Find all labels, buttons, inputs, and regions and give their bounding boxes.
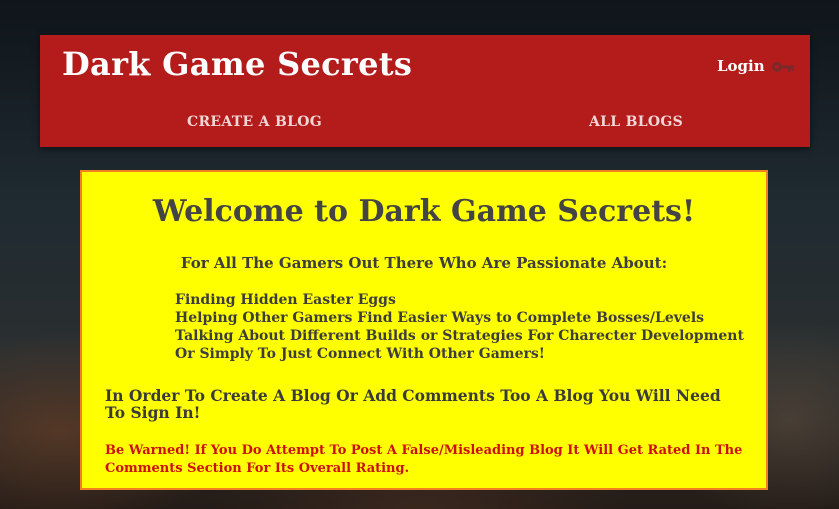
nav-all-blogs[interactable]: ALL BLOGS — [589, 114, 683, 130]
welcome-panel: Welcome to Dark Game Secrets! For All Th… — [80, 170, 768, 490]
topic-item: Or Simply To Just Connect With Other Gam… — [175, 346, 545, 362]
welcome-title: Welcome to Dark Game Secrets! — [152, 194, 696, 229]
topics-list: Finding Hidden Easter Eggs Helping Other… — [175, 291, 744, 363]
key-icon[interactable] — [771, 60, 795, 74]
signin-notice: In Order To Create A Blog Or Add Comment… — [105, 386, 721, 422]
warning-notice: Be Warned! If You Do Attempt To Post A F… — [105, 443, 743, 476]
topic-item: Finding Hidden Easter Eggs — [175, 292, 396, 308]
login-link[interactable]: Login — [717, 57, 765, 75]
topic-item: Talking About Different Builds or Strate… — [175, 328, 744, 344]
welcome-subheading: For All The Gamers Out There Who Are Pas… — [180, 254, 668, 272]
nav-create-blog[interactable]: CREATE A BLOG — [187, 114, 322, 130]
topic-item: Helping Other Gamers Find Easier Ways to… — [175, 310, 705, 326]
site-header: Dark Game Secrets Login CREATE A BLOG AL… — [40, 35, 810, 147]
site-brand-link[interactable]: Dark Game Secrets — [62, 45, 412, 83]
